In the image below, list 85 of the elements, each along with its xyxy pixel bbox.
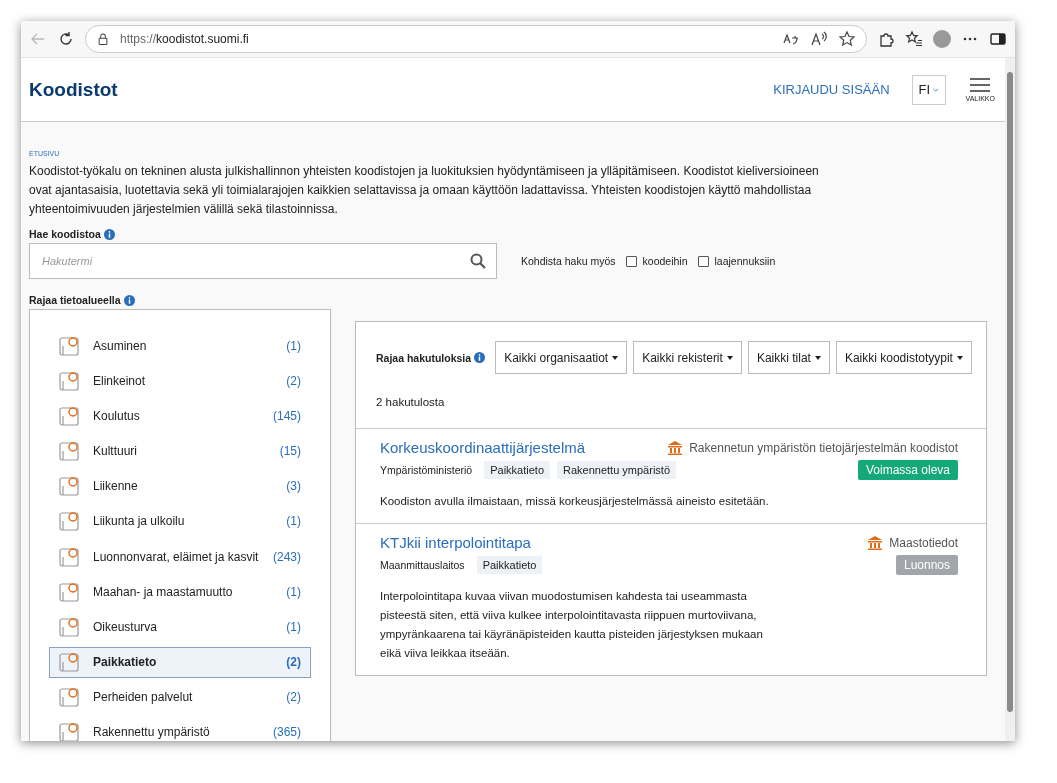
domain-name: Elinkeinot (93, 373, 147, 388)
domain-count: (1) (286, 619, 301, 634)
domain-count: (2) (286, 690, 301, 705)
menu-icon (970, 77, 991, 92)
info-icon[interactable] (103, 228, 115, 240)
domain-item[interactable]: Oikeusturva (1) (49, 611, 311, 643)
domain-name: Oikeusturva (93, 619, 159, 634)
domain-name: Liikunta ja ulkoilu (93, 514, 186, 529)
lock-icon (96, 32, 110, 46)
domain-item[interactable]: Rakennettu ympäristö (365) (49, 716, 311, 741)
domain-name: Maahan- ja maastamuutto (93, 584, 234, 599)
language-selector[interactable]: FI (911, 74, 946, 105)
organization-name: Maanmittauslaitos (380, 559, 465, 571)
address-bar[interactable]: https://koodistot.suomi.fi (85, 25, 867, 53)
url-text: https://koodistot.suomi.fi (120, 32, 249, 46)
filter-dropdown[interactable]: Kaikki organisaatiot (495, 341, 628, 374)
domain-count: (365) (273, 725, 301, 740)
info-icon[interactable] (123, 294, 135, 306)
registry-name: Rakennetun ympäristön tietojärjestelmän koodistot (689, 440, 958, 455)
profile-avatar[interactable] (933, 30, 951, 48)
domain-count: (15) (279, 444, 301, 459)
domain-item[interactable]: Asuminen (1) (49, 330, 311, 362)
domain-item[interactable]: Koulutus (145) (49, 400, 311, 432)
domain-name: Liikenne (93, 479, 139, 494)
intro-text: Koodistot-työkalu on tekninen alusta julkishallinnon yhteisten koodistojen ja luokituksien hyödyntämiseen ja ylläpitämiseen. Koodistot kieliversioineen ovat ajantasaisia, luotettavia sekä yli toimialarajojen kaikkien selattavissa ja omaan käyttöön ladattavissa. Yhteisten koodistojen käyttö mahdollistaa yhteentoimivuuden järjestelmien välillä sekä tilastoinnissa. (29, 163, 819, 218)
filter-dropdown[interactable]: Kaikki koodistotyypit (835, 341, 972, 374)
results-filter-label: Rajaa hakutuloksia (376, 351, 472, 364)
search-target-label: Kohdista haku myös (521, 255, 616, 267)
info-icon[interactable] (474, 352, 486, 363)
favorites-icon[interactable] (905, 30, 923, 48)
domain-name: Koulutus (93, 408, 141, 423)
domain-count: (2) (286, 373, 301, 388)
checkbox[interactable] (697, 255, 709, 267)
filter-dropdown[interactable]: Kaikki rekisterit (633, 341, 742, 374)
organization-name: Ympäristöministeriö (380, 464, 473, 476)
domain-item[interactable]: Perheiden palvelut (2) (49, 681, 311, 713)
scrollbar-thumb[interactable] (1007, 72, 1013, 712)
reload-icon[interactable] (57, 30, 75, 48)
domain-item[interactable]: Maahan- ja maastamuutto (1) (49, 576, 311, 608)
domain-name: Asuminen (93, 338, 148, 353)
domain-count: (2) (286, 655, 301, 670)
registry-name: Maastotiedot (889, 535, 958, 550)
search-label: Hae koodistoa (29, 228, 101, 240)
domain-name: Kulttuuri (93, 444, 139, 459)
bank-icon (867, 534, 884, 551)
domain-item[interactable]: Liikenne (3) (49, 470, 311, 502)
checkbox[interactable] (625, 255, 637, 267)
domain-name: Rakennettu ympäristö (93, 725, 211, 740)
login-link[interactable]: KIRJAUDU SISÄÄN (773, 82, 890, 97)
domain-count: (1) (286, 584, 301, 599)
domain-item[interactable]: Luonnonvarat, eläimet ja kasvit (243) (49, 541, 311, 573)
checkbox-label: koodeihin (642, 255, 688, 267)
tag: Rakennettu ympäristö (557, 461, 676, 479)
tag: Paikkatieto (476, 556, 543, 574)
result-description: Interpolointitapa kuvaa viivan muodostumisen kahdesta tai useammasta pisteestä siten, että viiva kulkee interpolointitavasta riippuen murtoviivana, ympyränkaarena tai käyränäpisteiden kautta pisteiden järjestyksen mukaan eikä viiva leikkaa itseään. (380, 589, 764, 661)
puzzle-icon[interactable] (877, 30, 895, 48)
domain-count: (145) (273, 408, 301, 423)
domain-item[interactable]: Kulttuuri (15) (49, 435, 311, 467)
domain-name: Paikkatieto (93, 655, 158, 670)
search-icon[interactable] (470, 253, 486, 269)
domain-name: Luonnonvarat, eläimet ja kasvit (93, 549, 260, 564)
result-description: Koodiston avulla ilmaistaan, missä korkeusjärjestelmässä aineisto esitetään. (380, 494, 770, 509)
domain-count: (3) (286, 479, 301, 494)
read-aloud-icon[interactable] (810, 30, 828, 48)
result-title-link[interactable]: Korkeuskoordinaattijärjestelmä (380, 439, 586, 456)
star-icon[interactable] (838, 30, 856, 48)
filter-dropdown[interactable]: Kaikki tilat (747, 341, 830, 374)
result-title-link[interactable]: KTJkii interpolointitapa (380, 534, 531, 551)
domain-count: (243) (273, 549, 301, 564)
domain-count: (1) (286, 338, 301, 353)
sidebar-icon[interactable] (989, 30, 1007, 48)
domain-item[interactable]: Elinkeinot (2) (49, 365, 311, 397)
domain-item[interactable]: Paikkatieto (2) (49, 646, 311, 678)
domain-filter-label: Rajaa tietoalueella (29, 294, 121, 306)
domain-item[interactable]: Liikunta ja ulkoilu (1) (49, 505, 311, 538)
bank-icon (667, 439, 684, 456)
checkbox-label: laajennuksiin (714, 255, 776, 267)
search-field[interactable]: Hakutermi (29, 243, 497, 279)
domain-count: (1) (286, 514, 301, 529)
status-badge: Luonnos (895, 555, 958, 575)
tag: Paikkatieto (484, 461, 550, 479)
site-logo[interactable]: Koodistot (29, 78, 774, 101)
result-count: 2 hakutulosta (356, 374, 986, 429)
domain-name: Perheiden palvelut (93, 690, 194, 705)
status-badge: Voimassa oleva (857, 460, 958, 480)
